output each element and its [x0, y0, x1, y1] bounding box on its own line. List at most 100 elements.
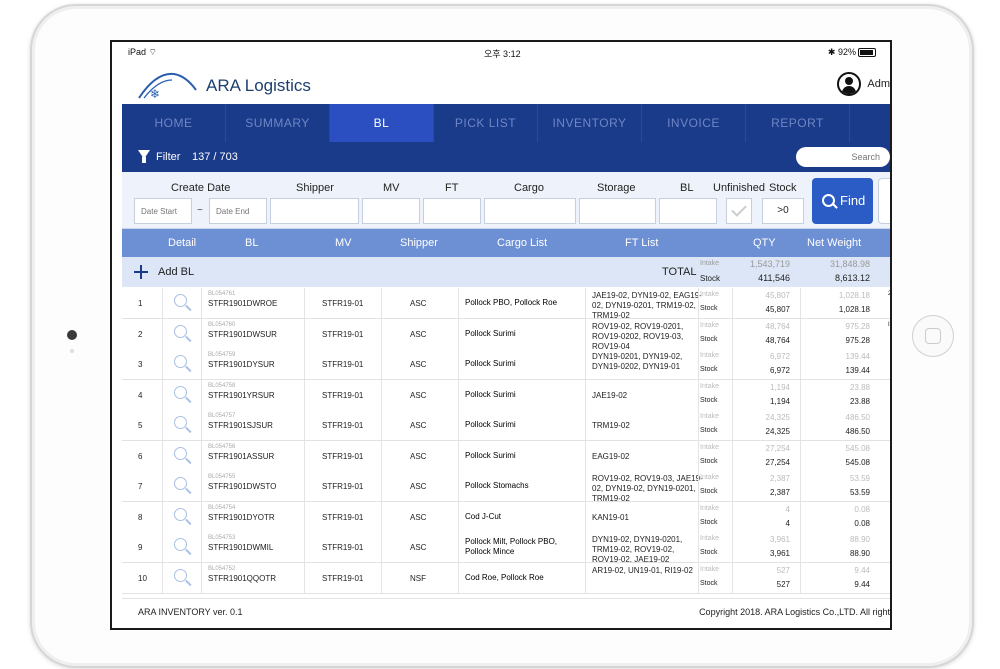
- reset-button[interactable]: [878, 178, 890, 224]
- find-label: Find: [840, 193, 866, 208]
- bl-id: BL054758: [208, 382, 236, 389]
- ft-value: DYN19-02, DYN19-0201, TRM19-02, ROV19-02…: [592, 535, 683, 562]
- stock-label: Stock: [700, 579, 718, 587]
- status-time: 오후 3:12: [484, 49, 521, 59]
- mv-value: STFR19-01: [322, 573, 364, 583]
- search-icon: [822, 194, 835, 207]
- detail-search-icon[interactable]: [174, 294, 187, 307]
- detail-search-icon[interactable]: [174, 324, 187, 338]
- intake-label: Intake: [700, 382, 720, 390]
- date-end-input[interactable]: [209, 198, 267, 224]
- table-row[interactable]: 7 BL054755 STFR1901DWSTO STFR19-01 ASC Polloc…: [122, 471, 890, 502]
- plus-icon[interactable]: [134, 265, 148, 279]
- home-button[interactable]: [912, 315, 954, 357]
- stock-qty: 2,387: [769, 488, 790, 497]
- tab-invoice[interactable]: INVOICE: [642, 104, 746, 142]
- unfinished-checkbox[interactable]: [726, 198, 752, 224]
- search-input[interactable]: [796, 147, 890, 167]
- intake-qty: 27,254: [765, 443, 790, 453]
- intake-label: Intake: [700, 504, 720, 512]
- detail-search-icon[interactable]: [174, 477, 187, 490]
- mv-label: MV: [383, 182, 400, 194]
- tab-report[interactable]: REPORT: [746, 104, 850, 142]
- col-mv: MV: [335, 237, 352, 249]
- bl-label: BL: [680, 182, 694, 194]
- shipper-value: ASC: [410, 329, 427, 339]
- find-button[interactable]: Find: [812, 178, 873, 224]
- table-row[interactable]: 6 BL054756 STFR1901ASSUR STFR19-01 ASC Polloc…: [122, 440, 890, 472]
- shipper-value: ASC: [410, 451, 427, 461]
- intake-label: Intake: [700, 443, 720, 451]
- ft-value: AR19-02, UN19-01, RI19-02: [592, 565, 693, 575]
- detail-search-icon[interactable]: [174, 385, 187, 399]
- date-start-input[interactable]: [134, 198, 192, 224]
- mv-input[interactable]: [362, 198, 420, 224]
- col-bl: BL: [245, 237, 259, 249]
- filter-count: 137 / 703: [192, 151, 238, 163]
- bl-id: BL054756: [208, 443, 236, 450]
- shipper-input[interactable]: [270, 198, 359, 224]
- table-row[interactable]: 1 BL054761 STFR1901DWROE STFR19-01 ASC Polloc…: [122, 288, 890, 319]
- add-bl-button[interactable]: Add BL: [158, 266, 194, 278]
- col-net-weight: Net Weight: [807, 237, 862, 249]
- detail-search-icon[interactable]: [174, 446, 187, 460]
- table-row[interactable]: 4 BL054758 STFR1901YRSUR STFR19-01 ASC Polloc…: [122, 379, 890, 411]
- detail-search-icon[interactable]: [174, 568, 187, 582]
- intake-label: Intake: [700, 321, 720, 329]
- camera-icon: [67, 330, 77, 340]
- intake-label: Intake: [700, 474, 720, 481]
- table-row[interactable]: 2 BL054760 STFR1901DWSUR STFR19-01 ASC Polloc…: [122, 318, 890, 350]
- table-row[interactable]: 3 BL054759 STFR1901DYSUR STFR19-01 ASC Polloc…: [122, 349, 890, 380]
- stock-label: Stock: [700, 518, 718, 526]
- table-row[interactable]: 8 BL054754 STFR1901DYOTR STFR19-01 ASC Cod J-…: [122, 501, 890, 533]
- stock-weight: 1,028.18: [838, 305, 870, 314]
- ft-label: FT: [445, 182, 459, 194]
- detail-search-icon[interactable]: [174, 416, 187, 429]
- intake-weight: 9.44: [854, 565, 870, 575]
- row-number: 10: [138, 573, 147, 583]
- filter-label[interactable]: Filter: [156, 151, 180, 163]
- shipper-value: ASC: [410, 543, 427, 552]
- stock-filter-input[interactable]: >0: [762, 198, 804, 224]
- tab-home[interactable]: HOME: [122, 104, 226, 142]
- tab-more[interactable]: S: [850, 104, 890, 142]
- storage-input[interactable]: [579, 198, 656, 224]
- intake-qty: 24,325: [765, 413, 790, 422]
- table-row[interactable]: 5 BL054757 STFR1901SJSUR STFR19-01 ASC Polloc…: [122, 410, 890, 441]
- stock-label: Stock: [700, 366, 718, 373]
- intake-weight: 975.28: [845, 321, 870, 331]
- table-row[interactable]: 9 BL054753 STFR1901DWMIL STFR19-01 ASC Polloc…: [122, 532, 890, 563]
- bl-input[interactable]: [659, 198, 717, 224]
- total-intake-weight: 31,848.98: [829, 259, 870, 269]
- total-intake-qty: 1,543,719: [749, 259, 790, 269]
- bl-number: STFR1901DWSUR: [208, 329, 277, 339]
- battery-percent: 92%: [837, 47, 856, 57]
- stock-weight: 545.08: [845, 457, 870, 467]
- tab-summary[interactable]: SUMMARY: [226, 104, 330, 142]
- filter-icon[interactable]: [138, 150, 150, 163]
- footer: ARA INVENTORY ver. 0.1 Copyright 2018. A…: [122, 598, 890, 625]
- stock-qty: 6,972: [769, 366, 790, 375]
- stock-qty: 1,194: [769, 396, 790, 406]
- filter-bar: Filter 137 / 703: [122, 142, 890, 172]
- detail-search-icon[interactable]: [174, 507, 187, 521]
- checkmark-icon: [731, 201, 747, 217]
- intake-qty: 3,961: [769, 535, 790, 544]
- ft-input[interactable]: [423, 198, 481, 224]
- cargo-value: Pollock Surimi: [465, 389, 516, 399]
- intake-label: Intake: [700, 565, 720, 573]
- detail-search-icon[interactable]: [174, 355, 187, 368]
- col-ft-list: FT List: [625, 237, 659, 249]
- cargo-input[interactable]: [484, 198, 576, 224]
- mv-value: STFR19-01: [322, 390, 364, 400]
- stock-qty: 48,764: [765, 335, 790, 345]
- user-menu[interactable]: Adm: [837, 72, 890, 96]
- table-row[interactable]: 10 BL054752 STFR1901QQOTR STFR19-01 NSF Cod R…: [122, 562, 890, 594]
- tab-pick-list[interactable]: PICK LIST: [434, 104, 538, 142]
- intake-label: Intake: [700, 413, 720, 420]
- ft-value: ROV19-02, ROV19-03, JAE19-02, DYN19-02, …: [592, 474, 703, 501]
- tab-inventory[interactable]: INVENTORY: [538, 104, 642, 142]
- tab-bl[interactable]: BL: [330, 104, 434, 142]
- detail-search-icon[interactable]: [174, 538, 187, 551]
- intake-label: Intake: [700, 535, 720, 542]
